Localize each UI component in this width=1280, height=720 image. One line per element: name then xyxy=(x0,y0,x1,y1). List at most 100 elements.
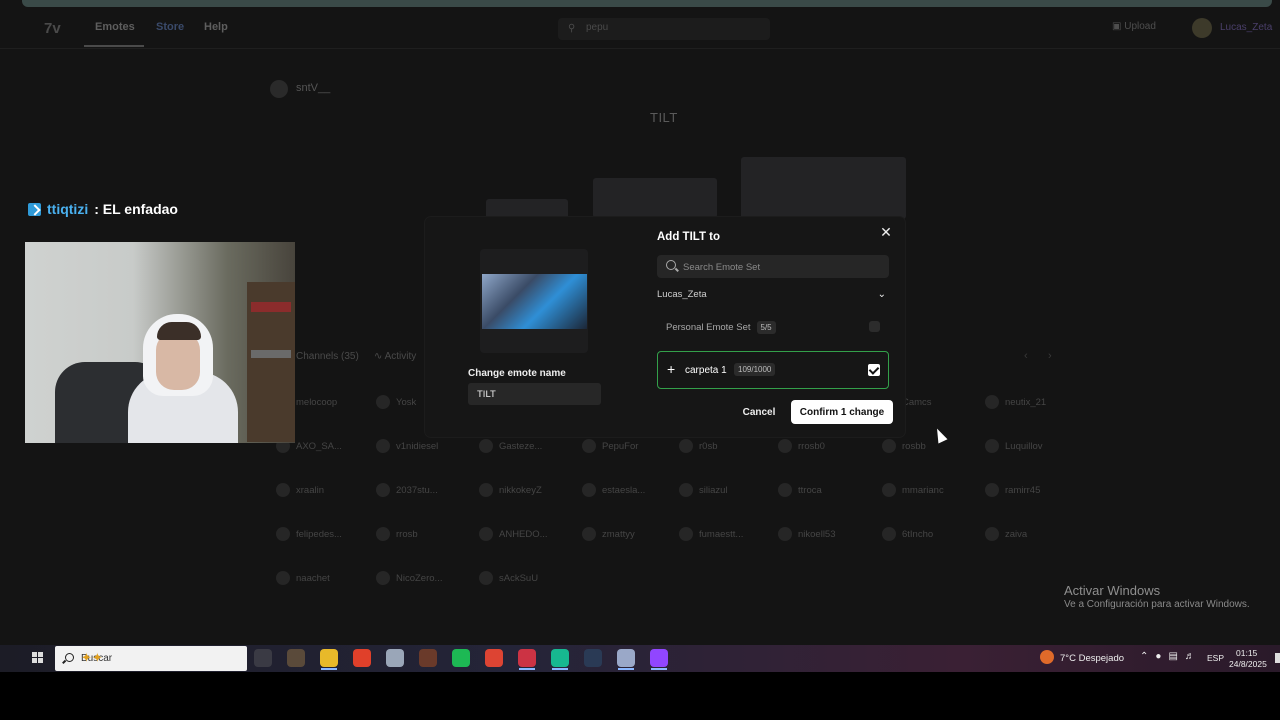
page-prev-icon[interactable]: ‹ xyxy=(1024,350,1028,362)
channel-user-item[interactable]: zmattyy xyxy=(582,526,635,542)
show-desktop-button[interactable] xyxy=(1275,653,1280,663)
channel-user-item[interactable]: xraalin xyxy=(276,482,324,498)
channel-user-item[interactable]: neutix_21 xyxy=(985,394,1046,410)
tab-channels[interactable]: Channels (35) xyxy=(296,351,359,362)
user-avatar[interactable] xyxy=(1192,18,1212,38)
channel-user-name: rosbb xyxy=(902,440,926,452)
network-icon[interactable]: ▤ xyxy=(1168,651,1177,662)
channel-user-name: felipedes... xyxy=(296,528,342,540)
steam-icon[interactable] xyxy=(584,649,602,667)
confirm-change-button[interactable]: Confirm 1 change xyxy=(791,400,893,424)
emote-set-search[interactable] xyxy=(657,255,889,280)
channel-user-item[interactable]: felipedes... xyxy=(276,526,342,542)
clock-time[interactable]: 01:15 xyxy=(1236,648,1257,658)
chevron-up-icon[interactable]: ⌃ xyxy=(1140,651,1148,662)
channel-user-item[interactable]: mmarianc xyxy=(882,482,944,498)
app-icon[interactable] xyxy=(386,649,404,667)
volume-icon[interactable]: ♬ xyxy=(1185,651,1195,662)
emote-name-input[interactable] xyxy=(468,383,601,405)
channel-user-item[interactable]: rrosb xyxy=(376,526,418,542)
chat-badge-icon xyxy=(28,202,41,216)
channel-user-item[interactable]: Luquillov xyxy=(985,438,1043,454)
taskbar-search-box[interactable]: Buscar ✦✦ xyxy=(55,646,247,671)
channel-user-name: AXO_SA... xyxy=(296,440,342,452)
channel-user-avatar xyxy=(582,439,596,453)
emote-set-carpeta[interactable]: + carpeta 1 109/1000 xyxy=(657,351,889,389)
taskbar-active-indicator xyxy=(321,668,337,670)
tab-activity[interactable]: ∿ Activity xyxy=(374,351,416,362)
channel-user-name: naachet xyxy=(296,572,330,584)
channel-user-item[interactable]: nikoell53 xyxy=(778,526,836,542)
nav-link-help[interactable]: Help xyxy=(204,21,228,33)
channel-user-item[interactable]: 2037stu... xyxy=(376,482,438,498)
task-view-icon[interactable] xyxy=(254,649,272,667)
channel-user-item[interactable]: ramirr45 xyxy=(985,482,1040,498)
nav-link-emotes[interactable]: Emotes xyxy=(95,21,135,33)
channel-user-item[interactable]: PepuFor xyxy=(582,438,638,454)
chrome-icon[interactable] xyxy=(485,649,503,667)
emote-owner-name[interactable]: sntV__ xyxy=(296,82,330,94)
emote-owner-avatar[interactable] xyxy=(270,80,288,98)
game-icon-2[interactable] xyxy=(419,649,437,667)
channel-user-name: xraalin xyxy=(296,484,324,496)
emote-set-owner-row[interactable]: Lucas_Zeta ⌄ xyxy=(657,289,889,303)
channel-user-item[interactable]: v1nidiesel xyxy=(376,438,438,454)
close-icon[interactable]: ✕ xyxy=(878,224,894,240)
site-search-input[interactable]: ⚲ pepu xyxy=(558,18,770,40)
channel-user-item[interactable]: sAckSuU xyxy=(479,570,538,586)
chrome-profile-icon[interactable] xyxy=(518,649,536,667)
microphone-app-icon[interactable] xyxy=(353,649,371,667)
nav-username[interactable]: Lucas_Zeta xyxy=(1220,22,1272,33)
browser-tab-strip xyxy=(22,0,1272,7)
app-green-icon[interactable] xyxy=(551,649,569,667)
search-icon xyxy=(65,653,74,662)
channel-user-item[interactable]: estaesla... xyxy=(582,482,645,498)
microphone-icon[interactable]: ● xyxy=(1155,651,1161,662)
channel-user-item[interactable]: rrosb0 xyxy=(778,438,825,454)
channel-user-name: Gasteze... xyxy=(499,440,543,452)
weather-text[interactable]: 7°C Despejado xyxy=(1060,653,1124,664)
spotify-icon[interactable] xyxy=(452,649,470,667)
channel-user-item[interactable]: 6tIncho xyxy=(882,526,933,542)
upload-button[interactable]: ▣ Upload xyxy=(1112,21,1156,32)
channel-user-name: mmarianc xyxy=(902,484,944,496)
channel-user-item[interactable]: rosbb xyxy=(882,438,926,454)
emote-preview-medium xyxy=(593,178,717,218)
channel-user-item[interactable]: naachet xyxy=(276,570,330,586)
channel-user-item[interactable]: siliazul xyxy=(679,482,728,498)
site-logo[interactable]: 7v xyxy=(44,20,61,37)
channel-user-name: estaesla... xyxy=(602,484,646,496)
channel-user-avatar xyxy=(479,571,493,585)
emote-set-checkbox-checked[interactable] xyxy=(868,364,880,376)
emote-set-search-input[interactable] xyxy=(681,255,885,280)
language-indicator[interactable]: ESP xyxy=(1207,653,1224,663)
taskbar-active-indicator xyxy=(552,668,568,670)
channel-user-item[interactable]: zaiva xyxy=(985,526,1027,542)
channel-user-item[interactable]: ttroca xyxy=(778,482,822,498)
windows-start-icon[interactable] xyxy=(32,652,44,664)
weather-icon[interactable] xyxy=(1040,650,1054,664)
game-icon[interactable] xyxy=(287,649,305,667)
channel-user-name: rrosb0 xyxy=(798,440,825,452)
channel-user-item[interactable]: Yosk xyxy=(376,394,416,410)
channel-user-avatar xyxy=(376,395,390,409)
nav-link-store[interactable]: Store xyxy=(156,21,184,33)
page-next-icon[interactable]: › xyxy=(1048,350,1052,362)
cancel-button[interactable]: Cancel xyxy=(735,402,783,422)
channel-user-item[interactable]: r0sb xyxy=(679,438,717,454)
channel-user-item[interactable]: fumaestt... xyxy=(679,526,743,542)
clock-date[interactable]: 24/8/2025 xyxy=(1229,659,1267,669)
twitch-app-icon[interactable] xyxy=(650,649,668,667)
emote-set-checkbox[interactable] xyxy=(869,321,880,332)
file-explorer-icon[interactable] xyxy=(320,649,338,667)
channel-user-name: fumaestt... xyxy=(699,528,744,540)
emote-set-personal[interactable]: Personal Emote Set 5/5 xyxy=(666,320,888,334)
channel-user-item[interactable]: NicoZero... xyxy=(376,570,442,586)
channel-user-avatar xyxy=(376,527,390,541)
channel-user-name: nikoell53 xyxy=(798,528,836,540)
chevron-down-icon[interactable]: ⌄ xyxy=(878,289,886,300)
channel-user-item[interactable]: nikkokeyZ xyxy=(479,482,542,498)
channel-user-item[interactable]: Gasteze... xyxy=(479,438,542,454)
shield-app-icon[interactable] xyxy=(617,649,635,667)
channel-user-item[interactable]: ANHEDO... xyxy=(479,526,548,542)
